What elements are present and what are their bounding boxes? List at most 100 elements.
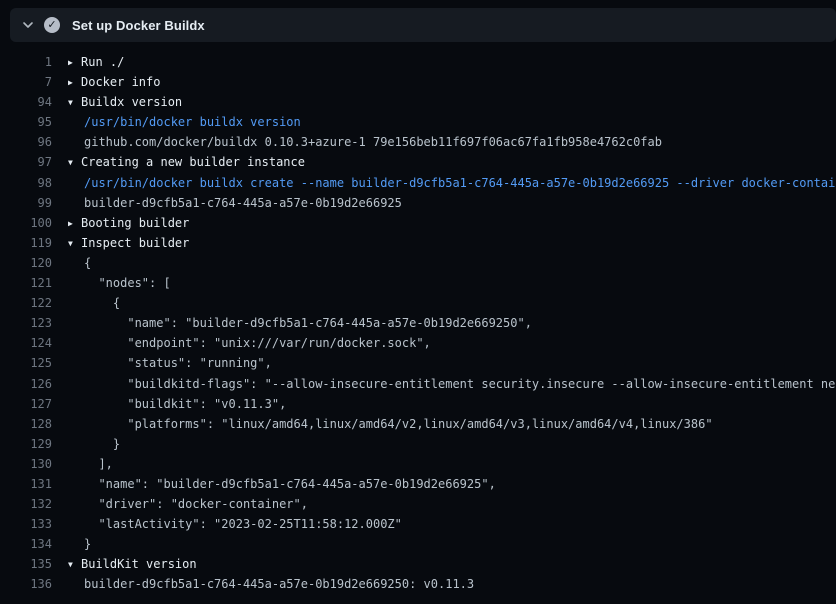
- line-number[interactable]: 1: [0, 52, 52, 72]
- line-number[interactable]: 100: [0, 213, 52, 233]
- group-label: Docker info: [81, 75, 160, 89]
- log-line: 121 "nodes": [: [0, 273, 836, 293]
- log-line: 134}: [0, 534, 836, 554]
- line-number[interactable]: 130: [0, 454, 52, 474]
- expanded-arrow-icon: ▼: [68, 234, 81, 254]
- line-number[interactable]: 124: [0, 333, 52, 353]
- chevron-down-icon[interactable]: [20, 17, 36, 33]
- line-number[interactable]: 121: [0, 273, 52, 293]
- log-line: 127 "buildkit": "v0.11.3",: [0, 394, 836, 414]
- expanded-arrow-icon: ▼: [68, 555, 81, 575]
- group-label: Buildx version: [81, 95, 182, 109]
- log-group-title[interactable]: ▼Inspect builder: [68, 233, 189, 253]
- actions-log-viewer: ✓ Set up Docker Buildx 1▶Run ./7▶Docker …: [0, 8, 836, 595]
- log-command-text: /usr/bin/docker buildx create --name bui…: [84, 173, 836, 193]
- log-line: 131 "name": "builder-d9cfb5a1-c764-445a-…: [0, 474, 836, 494]
- log-line: 130 ],: [0, 454, 836, 474]
- log-output-text: builder-d9cfb5a1-c764-445a-a57e-0b19d2e6…: [84, 193, 402, 213]
- log-line: 123 "name": "builder-d9cfb5a1-c764-445a-…: [0, 313, 836, 333]
- line-number[interactable]: 134: [0, 534, 52, 554]
- log-output-text: }: [84, 534, 91, 554]
- line-number[interactable]: 96: [0, 132, 52, 152]
- log-line: 132 "driver": "docker-container",: [0, 494, 836, 514]
- log-output-text: "buildkit": "v0.11.3",: [84, 394, 286, 414]
- log-output-text: "status": "running",: [84, 353, 272, 373]
- line-number[interactable]: 131: [0, 474, 52, 494]
- collapsed-arrow-icon: ▶: [68, 214, 81, 234]
- log-line: 125 "status": "running",: [0, 353, 836, 373]
- log-line: 122 {: [0, 293, 836, 313]
- log-line: 1 ▶Run ./: [0, 52, 836, 72]
- group-label: Creating a new builder instance: [81, 155, 305, 169]
- line-number[interactable]: 94: [0, 92, 52, 112]
- log-output-text: ],: [84, 454, 113, 474]
- line-number[interactable]: 7: [0, 72, 52, 92]
- log-line: 7 ▶Docker info: [0, 72, 836, 92]
- line-number[interactable]: 98: [0, 173, 52, 193]
- step-header[interactable]: ✓ Set up Docker Buildx: [10, 8, 836, 42]
- log-line: 128 "platforms": "linux/amd64,linux/amd6…: [0, 414, 836, 434]
- line-number[interactable]: 135: [0, 554, 52, 574]
- line-number[interactable]: 119: [0, 233, 52, 253]
- log-group-title[interactable]: ▼Creating a new builder instance: [68, 152, 305, 172]
- log-line: 133 "lastActivity": "2023-02-25T11:58:12…: [0, 514, 836, 534]
- group-label: BuildKit version: [81, 557, 197, 571]
- log-area: 1▶Run ./7▶Docker info94▼Buildx version95…: [0, 42, 836, 595]
- log-output-text: "platforms": "linux/amd64,linux/amd64/v2…: [84, 414, 713, 434]
- log-line: 119 ▼Inspect builder: [0, 233, 836, 253]
- line-number[interactable]: 132: [0, 494, 52, 514]
- log-line: 120 {: [0, 253, 836, 273]
- expanded-arrow-icon: ▼: [68, 153, 81, 173]
- log-output-text: builder-d9cfb5a1-c764-445a-a57e-0b19d2e6…: [84, 574, 474, 594]
- line-number[interactable]: 97: [0, 152, 52, 172]
- log-output-text: "lastActivity": "2023-02-25T11:58:12.000…: [84, 514, 402, 534]
- log-line: 98/usr/bin/docker buildx create --name b…: [0, 173, 836, 193]
- line-number[interactable]: 126: [0, 374, 52, 394]
- line-number[interactable]: 122: [0, 293, 52, 313]
- collapsed-arrow-icon: ▶: [68, 53, 81, 73]
- collapsed-arrow-icon: ▶: [68, 73, 81, 93]
- line-number[interactable]: 120: [0, 253, 52, 273]
- log-line: 95/usr/bin/docker buildx version: [0, 112, 836, 132]
- log-group-title[interactable]: ▶Run ./: [68, 52, 124, 72]
- log-line: 136 builder-d9cfb5a1-c764-445a-a57e-0b19d…: [0, 574, 836, 594]
- log-command-text: /usr/bin/docker buildx version: [84, 112, 301, 132]
- log-line: 96github.com/docker/buildx 0.10.3+azure-…: [0, 132, 836, 152]
- log-output-text: "name": "builder-d9cfb5a1-c764-445a-a57e…: [84, 474, 496, 494]
- log-line: 129 }: [0, 434, 836, 454]
- line-number[interactable]: 99: [0, 193, 52, 213]
- log-group-title[interactable]: ▶Booting builder: [68, 213, 189, 233]
- log-line: 97 ▼Creating a new builder instance: [0, 152, 836, 172]
- line-number[interactable]: 123: [0, 313, 52, 333]
- group-label: Inspect builder: [81, 236, 189, 250]
- line-number[interactable]: 128: [0, 414, 52, 434]
- log-output-text: {: [84, 253, 91, 273]
- line-number[interactable]: 95: [0, 112, 52, 132]
- log-output-text: }: [84, 434, 120, 454]
- log-output-text: "buildkitd-flags": "--allow-insecure-ent…: [84, 374, 836, 394]
- line-number[interactable]: 133: [0, 514, 52, 534]
- log-line: 135 ▼BuildKit version: [0, 554, 836, 574]
- log-output-text: "nodes": [: [84, 273, 171, 293]
- log-group-title[interactable]: ▼BuildKit version: [68, 554, 197, 574]
- line-number[interactable]: 136: [0, 574, 52, 594]
- log-line: 100 ▶Booting builder: [0, 213, 836, 233]
- log-output-text: "driver": "docker-container",: [84, 494, 308, 514]
- log-output-text: "endpoint": "unix:///var/run/docker.sock…: [84, 333, 431, 353]
- group-label: Booting builder: [81, 216, 189, 230]
- line-number[interactable]: 125: [0, 353, 52, 373]
- log-line: 126 "buildkitd-flags": "--allow-insecure…: [0, 374, 836, 394]
- log-line: 94 ▼Buildx version: [0, 92, 836, 112]
- expanded-arrow-icon: ▼: [68, 93, 81, 113]
- step-title: Set up Docker Buildx: [72, 18, 205, 33]
- status-success-icon: ✓: [44, 17, 60, 33]
- group-label: Run ./: [81, 55, 124, 69]
- log-line: 124 "endpoint": "unix:///var/run/docker.…: [0, 333, 836, 353]
- log-group-title[interactable]: ▼Buildx version: [68, 92, 182, 112]
- log-output-text: "name": "builder-d9cfb5a1-c764-445a-a57e…: [84, 313, 532, 333]
- log-output-text: {: [84, 293, 120, 313]
- log-line: 99 builder-d9cfb5a1-c764-445a-a57e-0b19d2…: [0, 193, 836, 213]
- log-group-title[interactable]: ▶Docker info: [68, 72, 160, 92]
- line-number[interactable]: 129: [0, 434, 52, 454]
- line-number[interactable]: 127: [0, 394, 52, 414]
